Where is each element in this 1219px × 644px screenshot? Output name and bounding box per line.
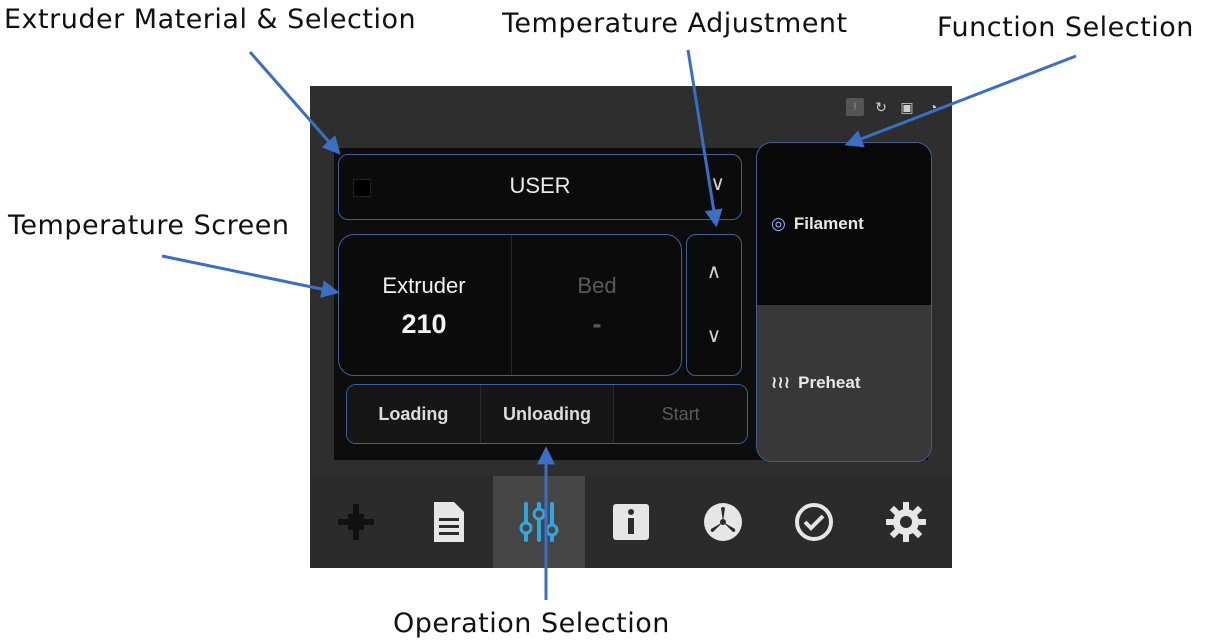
callout-temp-screen: Temperature Screen (8, 210, 290, 241)
filament-label: Filament (793, 214, 864, 233)
tab-info[interactable] (585, 476, 677, 568)
tab-filament[interactable]: ◎ Filament (757, 143, 931, 305)
extruder-temp[interactable]: Extruder 210 (339, 235, 509, 375)
tab-status[interactable] (769, 476, 861, 568)
gear-icon (886, 502, 927, 542)
check-circle-icon (795, 503, 834, 541)
extruder-label: Extruder (382, 273, 466, 298)
document-icon (433, 502, 464, 542)
status-indicator: ! (846, 98, 864, 116)
bed-value: - (592, 309, 602, 339)
increase-temp-button[interactable]: ∧ (687, 259, 741, 284)
callout-temp-adjust: Temperature Adjustment (502, 8, 848, 39)
bed-label: Bed (577, 273, 617, 298)
bed-temp[interactable]: Bed - (511, 235, 682, 375)
temperature-screen: Extruder 210 Bed - (338, 234, 682, 376)
tab-settings[interactable] (860, 476, 952, 568)
material-value: USER (509, 173, 571, 198)
extruder-value: 210 (401, 309, 447, 339)
printer-screen: ! ↻ ▣ ◔ USER ∨ Extruder 210 Bed - ∧ ∨ Lo… (310, 86, 952, 568)
callout-function: Function Selection (937, 12, 1194, 43)
loading-button[interactable]: Loading (347, 385, 481, 443)
sliders-icon (519, 502, 559, 542)
tab-preheat[interactable]: ≀≀≀ Preheat (757, 305, 931, 461)
heat-icon: ≀≀≀ (771, 373, 791, 392)
info-icon (613, 504, 650, 540)
callout-material: Extruder Material & Selection (4, 4, 417, 35)
chevron-down-icon: ∨ (710, 173, 725, 195)
filament-icon: ◎ (771, 214, 786, 233)
material-select[interactable]: USER ∨ (338, 154, 742, 220)
unloading-button[interactable]: Unloading (480, 385, 615, 443)
fan-icon (703, 503, 742, 541)
preheat-label: Preheat (798, 373, 861, 392)
operation-selection: Loading Unloading Start (346, 384, 748, 444)
tab-control[interactable] (493, 476, 586, 568)
tab-files[interactable] (402, 476, 494, 568)
tab-fan[interactable] (677, 476, 769, 568)
temperature-adjust: ∧ ∨ (686, 234, 742, 376)
callout-operation: Operation Selection (393, 608, 670, 639)
status-bar: ! ↻ ▣ ◔ (846, 98, 942, 116)
bottom-tab-bar (310, 476, 952, 568)
decrease-temp-button[interactable]: ∨ (687, 323, 741, 348)
move-axis-icon (337, 504, 374, 540)
refresh-icon: ↻ (875, 99, 887, 115)
wifi-icon: ◔ (928, 99, 938, 115)
start-button[interactable]: Start (614, 385, 747, 443)
function-selection: ◎ Filament ≀≀≀ Preheat (756, 142, 932, 462)
camera-icon: ▣ (900, 99, 914, 115)
tab-move[interactable] (310, 476, 402, 568)
